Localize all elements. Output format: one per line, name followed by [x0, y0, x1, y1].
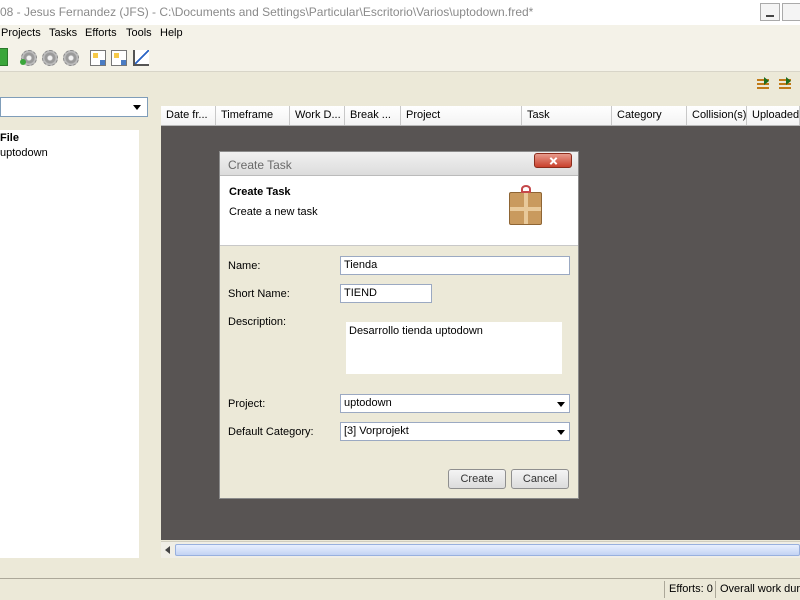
tree-child-node[interactable]: uptodown — [0, 147, 48, 159]
column-header[interactable]: Collision(s) — [687, 106, 747, 125]
menu-projects[interactable]: Projects — [1, 27, 41, 39]
maximize-button[interactable] — [782, 3, 800, 21]
toolbar — [0, 44, 800, 72]
column-header[interactable]: Work D... — [290, 106, 345, 125]
export-icon[interactable] — [777, 76, 793, 92]
menu-efforts[interactable]: Efforts — [85, 27, 117, 39]
gear-icon[interactable] — [63, 50, 79, 66]
dialog-title-bar: Create Task — [220, 152, 578, 176]
column-header[interactable]: Uploaded — [747, 106, 800, 125]
description-label: Description: — [228, 316, 287, 328]
chevron-down-icon — [133, 105, 141, 110]
cancel-button[interactable]: Cancel — [511, 469, 569, 489]
menu-tasks[interactable]: Tasks — [49, 27, 77, 39]
status-overall: Overall work durati — [715, 581, 800, 598]
package-icon — [509, 185, 542, 225]
default-category-select[interactable]: [3] Vorprojekt — [340, 422, 570, 441]
menu-bar: Projects Tasks Efforts Tools Help — [0, 25, 800, 44]
menu-help[interactable]: Help — [160, 27, 183, 39]
project-select-value: uptodown — [344, 397, 392, 409]
hierarchy-icon[interactable] — [90, 50, 106, 66]
column-header[interactable]: Category — [612, 106, 687, 125]
column-header[interactable]: Project — [401, 106, 522, 125]
left-panel: File uptodown — [0, 96, 152, 569]
dialog-header-title: Create Task — [229, 186, 291, 198]
close-icon[interactable] — [534, 153, 572, 168]
name-label: Name: — [228, 260, 261, 272]
column-header[interactable]: Task — [522, 106, 612, 125]
import-icon[interactable] — [755, 76, 771, 92]
description-field[interactable]: Desarrollo tienda uptodown — [346, 322, 562, 374]
gear-green-icon[interactable] — [20, 50, 37, 66]
column-header[interactable]: Timeframe — [216, 106, 290, 125]
name-field[interactable]: Tienda — [340, 256, 570, 275]
minimize-button[interactable] — [760, 3, 780, 21]
short-name-label: Short Name: — [228, 288, 290, 300]
description-text: Desarrollo tienda uptodown — [349, 325, 483, 337]
dialog-header: Create Task Create a new task — [220, 176, 578, 246]
column-header[interactable]: Date fr... — [161, 106, 216, 125]
dialog-title: Create Task — [228, 158, 292, 172]
scroll-thumb[interactable] — [175, 544, 800, 556]
scroll-left-icon[interactable] — [165, 546, 170, 554]
project-select[interactable]: uptodown — [340, 394, 570, 413]
window-controls — [760, 0, 800, 25]
filter-bar — [0, 72, 800, 96]
chevron-down-icon — [557, 430, 565, 435]
chart-icon[interactable] — [133, 50, 149, 66]
hierarchy-icon[interactable] — [111, 50, 127, 66]
menu-tools[interactable]: Tools — [126, 27, 152, 39]
project-label: Project: — [228, 398, 266, 410]
default-category-label: Default Category: — [228, 426, 314, 438]
chevron-down-icon — [557, 402, 565, 407]
project-tree: File uptodown — [0, 130, 139, 558]
horizontal-scrollbar[interactable] — [161, 541, 800, 558]
window-title-bar: 08 - Jesus Fernandez (JFS) - C:\Document… — [0, 0, 800, 25]
column-header[interactable]: Break ... — [345, 106, 401, 125]
status-efforts: Efforts: 0 — [664, 581, 713, 598]
create-task-dialog: Create Task Create Task Create a new tas… — [219, 151, 579, 499]
toolbar-edge-icon[interactable] — [0, 48, 8, 66]
gear-icon[interactable] — [42, 50, 58, 66]
dialog-header-subtitle: Create a new task — [229, 206, 318, 218]
project-filter-select[interactable] — [0, 97, 148, 117]
short-name-field[interactable]: TIEND — [340, 284, 432, 303]
table-header: Date fr... Timeframe Work D... Break ...… — [161, 106, 800, 126]
category-select-value: [3] Vorprojekt — [344, 425, 409, 437]
create-button[interactable]: Create — [448, 469, 506, 489]
status-bar: Efforts: 0 Overall work durati — [0, 578, 800, 600]
window-title: 08 - Jesus Fernandez (JFS) - C:\Document… — [0, 5, 534, 19]
tree-root-node[interactable]: File — [0, 132, 19, 144]
